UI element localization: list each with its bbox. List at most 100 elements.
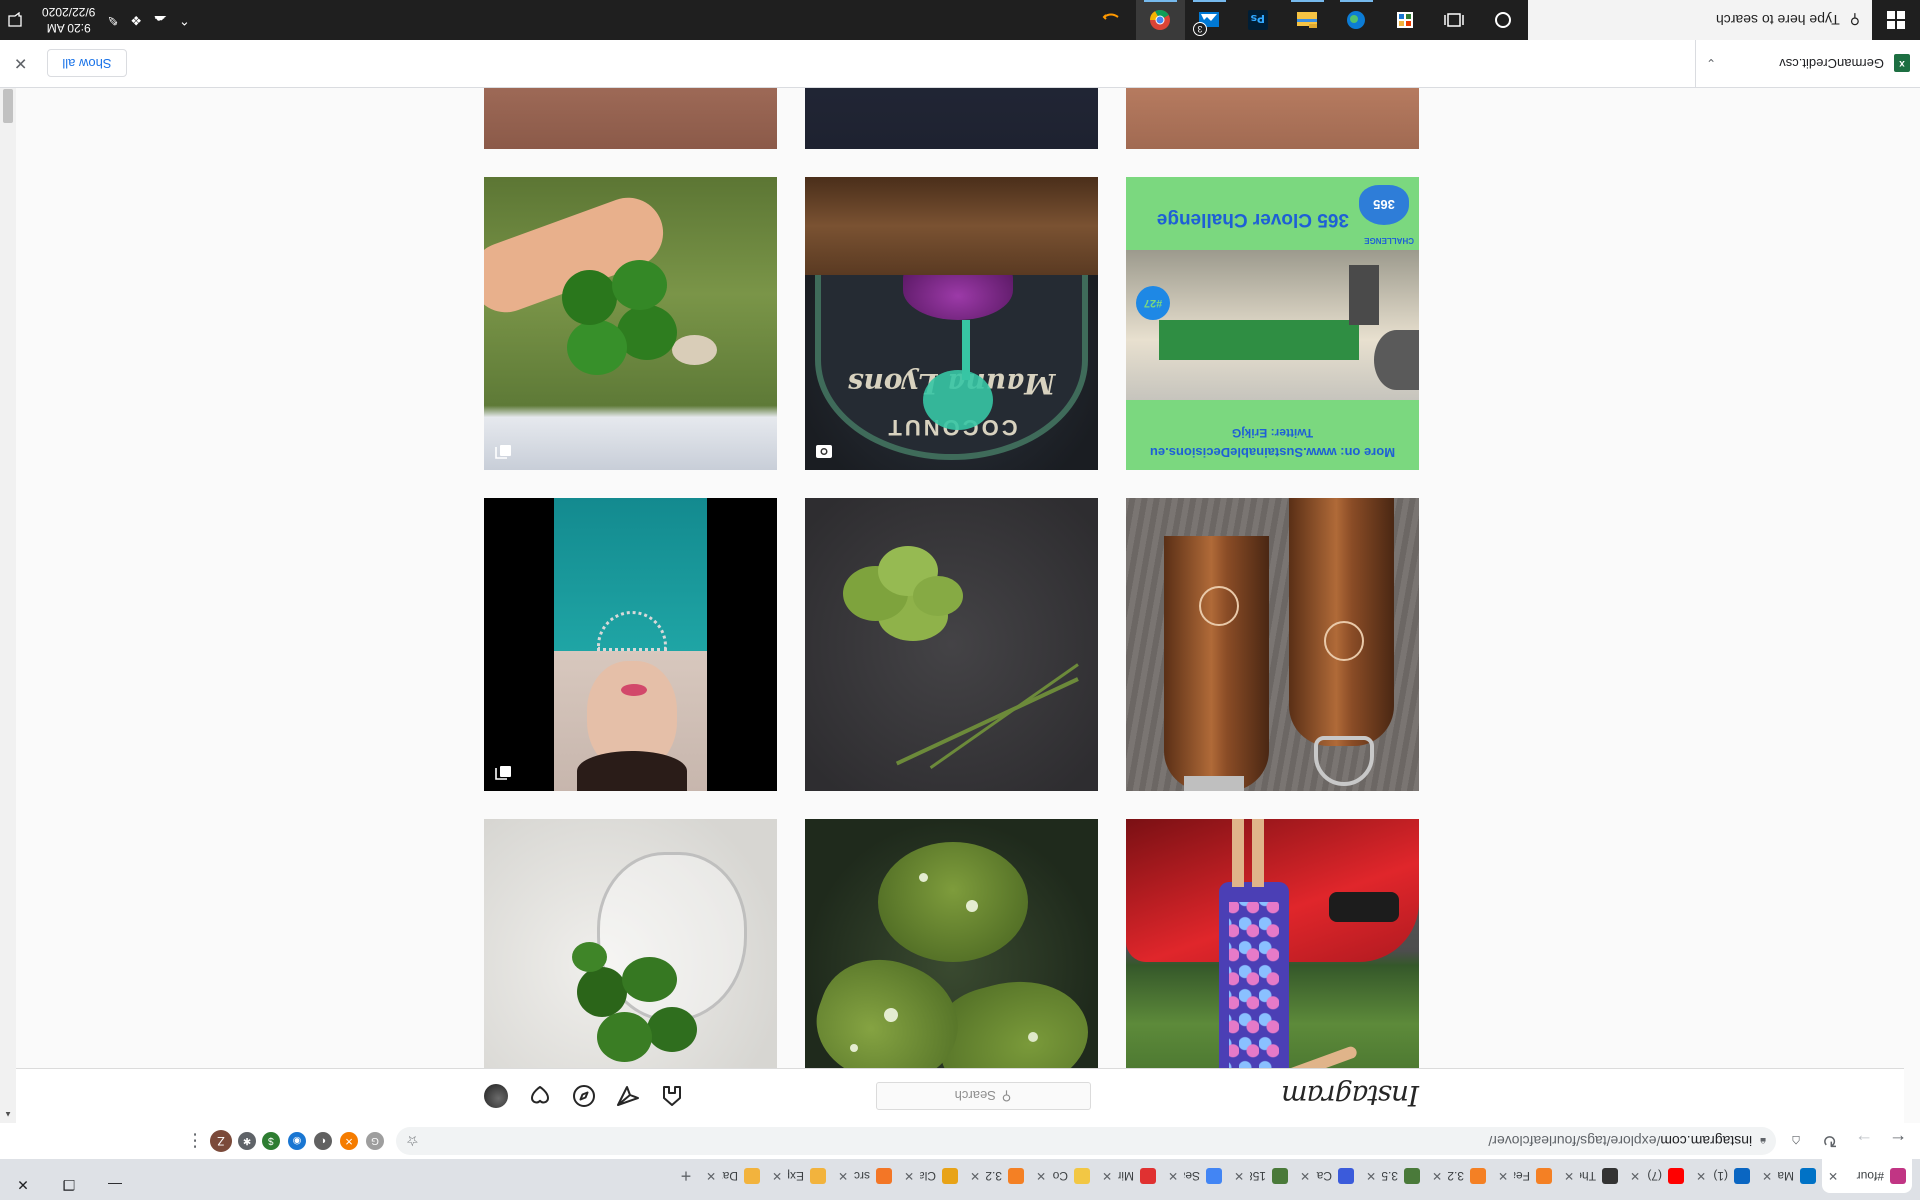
tab-close-icon[interactable]: ✕ — [1432, 1169, 1442, 1183]
explore-post-clover-glass[interactable] — [484, 819, 777, 1068]
browser-menu-icon[interactable]: ⋮ — [186, 1131, 204, 1152]
browser-tab[interactable]: 3.2.4 ✕ — [1426, 1159, 1492, 1193]
scrollbar-thumb[interactable] — [3, 89, 13, 123]
browser-tab[interactable]: #four ✕ — [1822, 1159, 1912, 1193]
browser-tab[interactable]: Mini- ✕ — [1096, 1159, 1162, 1193]
explore-post-woman-teal[interactable] — [484, 498, 777, 791]
tab-close-icon[interactable]: ✕ — [706, 1169, 716, 1183]
tab-close-icon[interactable]: ✕ — [1630, 1169, 1640, 1183]
new-tab-button[interactable]: + — [672, 1159, 700, 1193]
url-text[interactable]: instagram.com/explore/tags/fourleafclove… — [427, 1133, 1752, 1149]
browser-tab[interactable]: Class ✕ — [898, 1159, 964, 1193]
browser-tab[interactable]: src/c ✕ — [832, 1159, 898, 1193]
office-icon[interactable] — [1381, 0, 1430, 40]
forward-icon[interactable]: → — [1850, 1127, 1878, 1155]
tab-close-icon[interactable]: ✕ — [1696, 1169, 1706, 1183]
chevron-down-icon[interactable]: ⌄ — [1706, 57, 1716, 71]
ext-circle-icon[interactable]: ◐ — [314, 1132, 332, 1150]
tab-close-icon[interactable]: ✕ — [1366, 1169, 1376, 1183]
ext-blue-icon[interactable]: ◉ — [288, 1132, 306, 1150]
chrome-icon[interactable] — [1136, 0, 1185, 40]
profile-avatar[interactable]: Z — [210, 1130, 232, 1152]
tab-close-icon[interactable]: ✕ — [1828, 1169, 1838, 1183]
tab-close-icon[interactable]: ✕ — [1036, 1169, 1046, 1183]
browser-tab[interactable]: Data ✕ — [700, 1159, 766, 1193]
bookmark-star-icon[interactable]: ☆ — [406, 1133, 419, 1150]
browser-tab[interactable]: Caps ✕ — [1294, 1159, 1360, 1193]
explore-post-coconut[interactable]: COCONUT Mauna Lyons — [805, 177, 1098, 470]
profile-avatar[interactable] — [484, 1084, 508, 1108]
browser-tab[interactable]: 3.5 C ✕ — [1360, 1159, 1426, 1193]
tab-close-icon[interactable]: ✕ — [1564, 1169, 1574, 1183]
tab-close-icon[interactable]: ✕ — [1168, 1169, 1178, 1183]
explore-post-hand-clover[interactable] — [484, 177, 777, 470]
tab-close-icon[interactable]: ✕ — [904, 1169, 914, 1183]
system-clock[interactable]: 9:20 AM 9/22/2020 — [42, 4, 95, 36]
tab-close-icon[interactable]: ✕ — [838, 1169, 848, 1183]
browser-tab[interactable]: The I ✕ — [1558, 1159, 1624, 1193]
browser-tab[interactable]: (7) Su ✕ — [1624, 1159, 1690, 1193]
instagram-logo[interactable]: Instagram — [1282, 1080, 1419, 1113]
explore-post-clover-drops[interactable] — [805, 819, 1098, 1068]
browser-tab[interactable]: 1585 ✕ — [1228, 1159, 1294, 1193]
explore-post-bottles[interactable] — [1126, 498, 1419, 791]
explore-post-challenge[interactable]: #27 More on: www.SustainableDecisions.eu… — [1126, 177, 1419, 470]
tab-close-icon[interactable]: ✕ — [1234, 1169, 1244, 1183]
explore-compass-icon[interactable] — [572, 1084, 596, 1108]
close-download-shelf-icon[interactable]: ✕ — [14, 54, 27, 74]
explore-post-woman-car[interactable] — [1126, 819, 1419, 1068]
puzzle-extensions-icon[interactable]: ✱ — [238, 1132, 256, 1150]
chevron-up-icon[interactable]: ⌃ — [179, 12, 190, 28]
reload-icon[interactable]: ↻ — [1816, 1127, 1844, 1155]
task-view-icon[interactable] — [1430, 0, 1479, 40]
dropbox-icon[interactable]: ❖ — [130, 12, 142, 28]
direct-message-icon[interactable] — [616, 1084, 640, 1108]
tab-close-icon[interactable]: ✕ — [772, 1169, 782, 1183]
address-bar[interactable]: 🔒︎ instagram.com/explore/tags/fourleafcl… — [396, 1127, 1776, 1155]
tab-close-icon[interactable]: ✕ — [1498, 1169, 1508, 1183]
tab-label: Copy — [1052, 1169, 1068, 1183]
windows-start-icon[interactable] — [1872, 0, 1920, 40]
home-icon[interactable] — [660, 1084, 684, 1108]
minimize-icon[interactable]: — — [92, 1170, 138, 1200]
download-item[interactable]: x GermanCredit.csv ⌄ — [1695, 39, 1920, 88]
restore-icon[interactable]: ❐ — [46, 1170, 92, 1200]
back-icon[interactable]: ← — [1884, 1127, 1912, 1155]
tab-close-icon[interactable]: ✕ — [970, 1169, 980, 1183]
amazon-icon[interactable] — [1087, 0, 1136, 40]
file-explorer-icon[interactable] — [1283, 0, 1332, 40]
url-path: /explore/tags/fourleafclover/ — [1488, 1133, 1661, 1149]
close-window-icon[interactable]: ✕ — [0, 1170, 46, 1200]
tab-close-icon[interactable]: ✕ — [1102, 1169, 1112, 1183]
edge-icon[interactable] — [1332, 0, 1381, 40]
browser-tab[interactable]: 3.2.4 ✕ — [964, 1159, 1030, 1193]
browser-tab[interactable]: (1) Li ✕ — [1690, 1159, 1756, 1193]
tab-label: The I — [1580, 1169, 1596, 1183]
taskbar-search-box[interactable]: ⚲ Type here to search — [1528, 0, 1872, 40]
tab-close-icon[interactable]: ✕ — [1762, 1169, 1772, 1183]
ext-orange-icon[interactable]: ✕ — [340, 1132, 358, 1150]
browser-tab[interactable]: Searc ✕ — [1162, 1159, 1228, 1193]
instagram-search-input[interactable]: ⚲ Search — [875, 1082, 1091, 1110]
pen-icon[interactable]: ✎ — [107, 12, 118, 28]
cloud-icon[interactable]: ☁ — [154, 12, 167, 28]
shield-extension-icon[interactable]: G — [366, 1132, 384, 1150]
scroll-up-arrow-icon[interactable]: ▲ — [0, 1107, 16, 1123]
show-all-downloads-button[interactable]: Show all — [47, 49, 127, 78]
cortana-icon[interactable] — [1479, 0, 1528, 40]
tab-close-icon[interactable]: ✕ — [1300, 1169, 1310, 1183]
home-icon[interactable]: ⌂ — [1782, 1127, 1810, 1155]
photoshop-icon[interactable]: Ps — [1234, 0, 1283, 40]
browser-tab[interactable]: Mail ✕ — [1756, 1159, 1822, 1193]
page-scrollbar[interactable]: ▲ ▼ — [0, 44, 16, 1123]
browser-tab[interactable]: Featu ✕ — [1492, 1159, 1558, 1193]
explore-post-dark-clover[interactable] — [805, 498, 1098, 791]
ext-money-icon[interactable]: $ — [262, 1132, 280, 1150]
onedrive-photos-icon[interactable]: 3 — [1185, 0, 1234, 40]
action-center-icon[interactable] — [0, 0, 30, 40]
activity-heart-icon[interactable] — [528, 1084, 552, 1108]
tab-favicon-icon — [1890, 1168, 1906, 1184]
browser-tab[interactable]: Expe ✕ — [766, 1159, 832, 1193]
screen: #four✕Mail✕(1) Li✕(7) Su✕The I✕Featu✕3.2… — [0, 0, 1920, 1200]
browser-tab[interactable]: Copy ✕ — [1030, 1159, 1096, 1193]
